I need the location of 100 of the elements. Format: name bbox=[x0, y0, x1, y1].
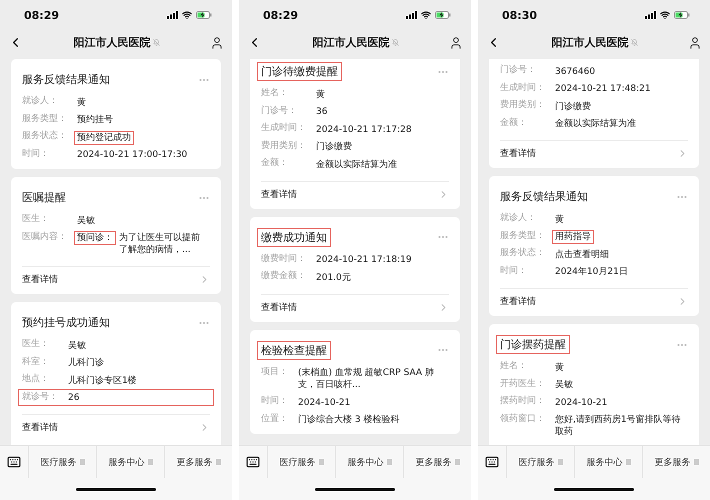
status-time: 08:29 bbox=[24, 8, 60, 22]
field-value: 儿科门诊 bbox=[67, 356, 105, 370]
view-details-label: 查看详情 bbox=[22, 274, 58, 286]
view-details-link[interactable]: 查看详情 bbox=[500, 140, 688, 166]
field-value: 点击查看明细 bbox=[554, 248, 610, 262]
card-title: 服务反馈结果通知 bbox=[499, 189, 589, 205]
signal-icon bbox=[645, 11, 656, 19]
field-label: 领药窗口： bbox=[500, 412, 545, 426]
card-title: 门诊待缴费提醒 bbox=[257, 62, 342, 81]
field-label: 医嘱内容： bbox=[22, 230, 67, 244]
field-label: 费用类别： bbox=[261, 140, 306, 152]
field-label: 开药医生： bbox=[500, 378, 545, 390]
field-value: 201.0元 bbox=[315, 272, 352, 284]
status-time: 08:30 bbox=[502, 8, 538, 22]
view-details-link[interactable]: 查看详情 bbox=[500, 288, 688, 314]
field-value: 预约登记成功 bbox=[74, 130, 134, 144]
view-details-link[interactable]: 查看详情 bbox=[22, 266, 210, 292]
field-label: 就诊人： bbox=[22, 94, 59, 108]
card-title: 检验检查提醒 bbox=[257, 340, 331, 360]
field-value: 门诊缴费 bbox=[554, 100, 592, 114]
field-label: 姓名： bbox=[500, 360, 528, 373]
field-label: 医生： bbox=[22, 338, 50, 351]
field-value: 36 bbox=[315, 106, 328, 119]
field-value: 用药指导 bbox=[552, 230, 594, 244]
card-title: 门诊摆药提醒 bbox=[496, 335, 570, 354]
card-title: 缴费成功通知 bbox=[257, 228, 331, 246]
signal-icon bbox=[167, 11, 178, 19]
field-label: 时间： bbox=[261, 394, 288, 408]
field-value: 吴敏 bbox=[554, 379, 574, 392]
field-label: 位置： bbox=[261, 412, 288, 426]
field-value: 黄 bbox=[315, 88, 326, 102]
field-value: 预约挂号 bbox=[76, 114, 114, 127]
page-title: 阳江市人民医院 bbox=[552, 35, 628, 50]
field-label: 金额： bbox=[500, 116, 528, 130]
field-label: 医生： bbox=[22, 212, 50, 226]
status-time: 08:29 bbox=[263, 8, 298, 22]
bell-off-icon bbox=[630, 39, 638, 46]
card-title: 预约挂号成功通知 bbox=[21, 315, 111, 331]
view-details-link[interactable]: 查看详情 bbox=[22, 414, 210, 440]
bell-off-icon bbox=[392, 39, 398, 46]
field-value: 金额以实际结算为准 bbox=[554, 118, 637, 131]
field-value: 2024-10-21 17:17:28 bbox=[315, 124, 413, 136]
battery-charging-icon bbox=[435, 11, 451, 19]
page-title: 阳江市人民医院 bbox=[312, 35, 390, 50]
field-label: 摆药时间： bbox=[500, 394, 545, 408]
battery-charging-icon bbox=[196, 11, 212, 19]
field-value: (末梢血) 血常规 超敏CRP SAA 肺支，百日咳杆... bbox=[297, 366, 435, 392]
page-title: 阳江市人民医院 bbox=[74, 35, 150, 50]
field-label: 科室： bbox=[22, 356, 50, 368]
profile-icon[interactable] bbox=[210, 36, 224, 50]
field-value: 26 bbox=[67, 392, 80, 405]
profile-icon[interactable] bbox=[688, 36, 702, 50]
field-value: 2024-10-21 17:48:21 bbox=[554, 83, 652, 96]
field-label: 姓名： bbox=[261, 86, 289, 100]
field-label: 门诊号： bbox=[500, 64, 537, 77]
field-label: 费用类别： bbox=[500, 98, 545, 112]
field-label: 时间： bbox=[500, 264, 528, 278]
view-details-link[interactable]: 查看详情 bbox=[261, 294, 449, 320]
field-value: 金额以实际结算为准 bbox=[315, 158, 398, 172]
field-label: 金额： bbox=[261, 156, 289, 170]
field-value: 儿科门诊专区1楼 bbox=[67, 374, 138, 388]
field-value: 吴敏 bbox=[76, 214, 96, 228]
field-label: 缴费时间： bbox=[261, 252, 306, 266]
field-value: 门诊综合大楼 3 楼检验科 bbox=[297, 414, 400, 427]
bell-off-icon bbox=[152, 39, 160, 46]
profile-icon[interactable] bbox=[449, 36, 463, 50]
field-label: 项目： bbox=[261, 366, 288, 378]
card-title: 服务反馈结果通知 bbox=[21, 72, 111, 88]
field-value: 黄 bbox=[554, 214, 565, 226]
field-label: 服务状态： bbox=[22, 130, 67, 143]
wifi-icon bbox=[421, 10, 431, 20]
field-label: 生成时间： bbox=[500, 82, 545, 94]
battery-charging-icon bbox=[674, 11, 690, 19]
field-value: 2024-10-21 bbox=[297, 396, 352, 410]
field-value: 2024-10-21 17:00-17:30 bbox=[76, 149, 188, 162]
field-label: 就诊号： bbox=[22, 390, 58, 404]
view-details-link[interactable]: 查看详情 bbox=[261, 180, 449, 206]
field-value: 2024-10-21 17:18:19 bbox=[315, 254, 413, 267]
highlighted-tag: 预问诊： bbox=[74, 231, 116, 245]
field-value: 黄 bbox=[554, 362, 565, 374]
view-details-label: 查看详情 bbox=[22, 422, 58, 434]
field-label: 生成时间： bbox=[261, 122, 306, 135]
field-value: 3676460 bbox=[554, 66, 596, 78]
signal-icon bbox=[406, 11, 417, 19]
field-value: 黄 bbox=[76, 96, 87, 110]
wifi-icon bbox=[660, 10, 670, 20]
field-label: 地点： bbox=[22, 372, 50, 386]
field-label: 服务类型： bbox=[22, 112, 67, 126]
view-details-label: 查看详情 bbox=[261, 302, 297, 314]
field-value: 2024-10-21 bbox=[554, 396, 608, 410]
view-details-label: 查看详情 bbox=[500, 296, 536, 308]
view-details-label: 查看详情 bbox=[500, 148, 536, 160]
field-label: 门诊号： bbox=[261, 104, 298, 118]
field-value: 您好,请到西药房1号窗排队等待取药 bbox=[554, 414, 682, 439]
field-label: 服务类型： bbox=[500, 230, 545, 242]
field-value: 2024年10月21日 bbox=[554, 266, 629, 279]
field-label: 缴费金额： bbox=[261, 270, 306, 283]
field-label: 就诊人： bbox=[500, 212, 537, 225]
view-details-label: 查看详情 bbox=[261, 188, 297, 200]
field-label: 时间： bbox=[22, 148, 50, 160]
